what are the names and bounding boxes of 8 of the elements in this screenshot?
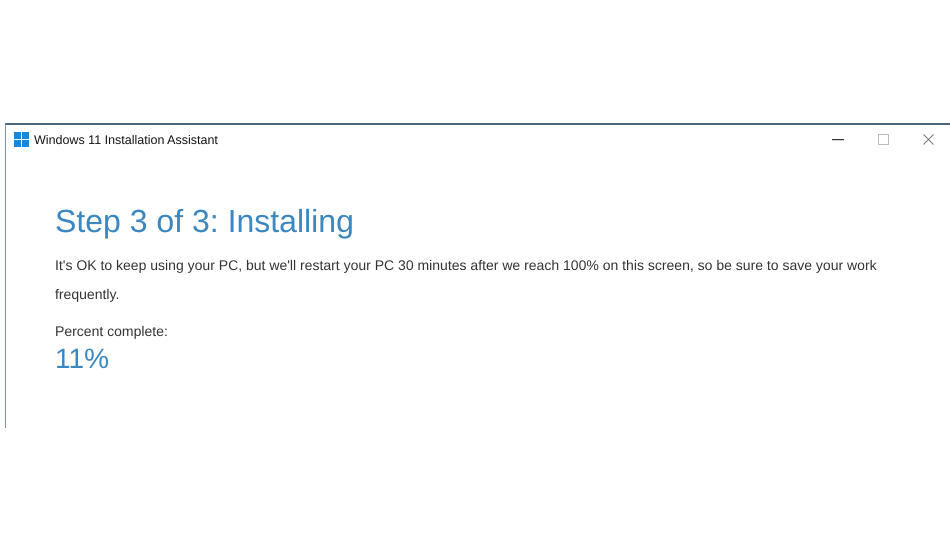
step-heading: Step 3 of 3: Installing (55, 202, 355, 241)
progress-percent: 11% (55, 343, 110, 375)
window-title: Windows 11 Installation Assistant (34, 132, 218, 146)
windows-logo-icon (14, 132, 29, 147)
progress-label: Percent complete: (55, 323, 169, 339)
info-message: It's OK to keep using your PC, but we'll restart your PC 30 minutes after we reach 100% on this screen, so be sure to save your work frequently. (55, 256, 878, 304)
close-icon[interactable] (923, 134, 934, 145)
minimize-icon[interactable] (832, 138, 844, 140)
